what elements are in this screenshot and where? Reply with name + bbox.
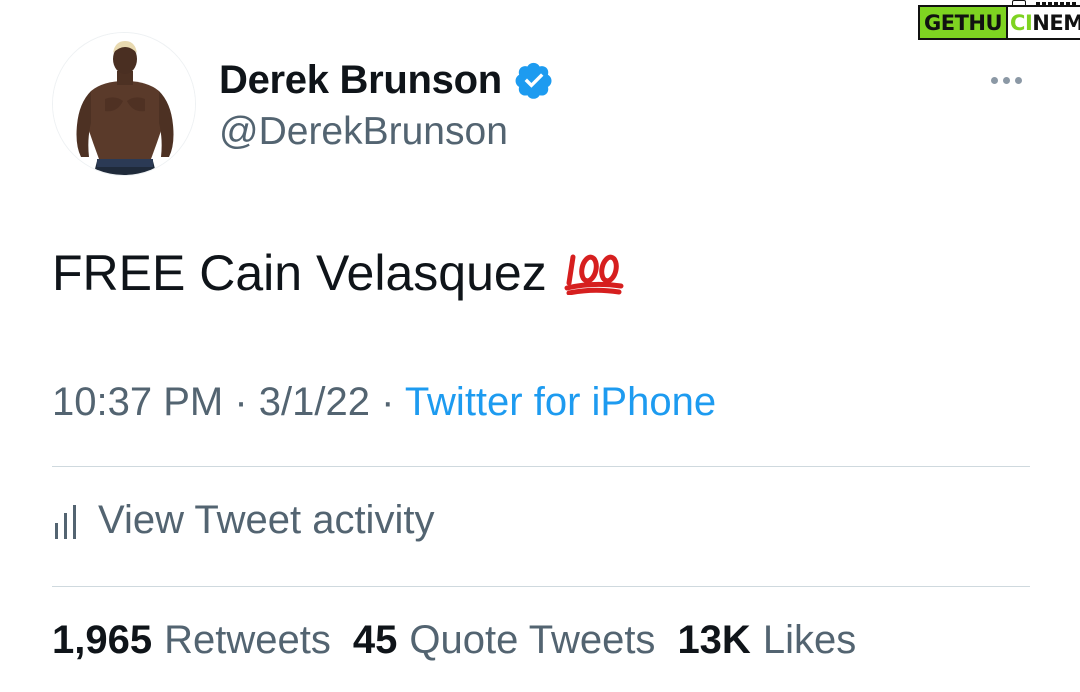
divider [52, 466, 1030, 467]
quote-tweets-stat[interactable]: 45 Quote Tweets [353, 618, 656, 663]
view-tweet-activity-button[interactable]: View Tweet activity [52, 498, 434, 543]
quote-tweets-label: Quote Tweets [409, 618, 656, 662]
view-tweet-activity-label: View Tweet activity [98, 498, 435, 542]
more-options-button[interactable] [982, 64, 1030, 96]
watermark-part2a: CI [1010, 10, 1033, 35]
avatar[interactable] [52, 32, 196, 176]
tweet-stats: 1,965 Retweets 45 Quote Tweets 13K Likes [52, 618, 856, 663]
retweets-label: Retweets [164, 618, 331, 662]
likes-stat[interactable]: 13K Likes [677, 618, 856, 663]
watermark-logo: GETHUCINEMA [918, 4, 1080, 40]
author-name-row[interactable]: Derek Brunson [219, 52, 554, 108]
likes-label: Likes [762, 618, 857, 662]
tweet-text-content: FREE Cain Velasquez [52, 245, 547, 301]
more-dot [1014, 76, 1022, 84]
avatar-photo [53, 33, 195, 175]
retweets-count: 1,965 [52, 618, 153, 662]
retweets-stat[interactable]: 1,965 Retweets [52, 618, 331, 663]
tweet-source-link[interactable]: Twitter for iPhone [405, 380, 716, 424]
tweet-text: FREE Cain Velasquez [52, 244, 625, 302]
likes-count: 13K [677, 618, 751, 662]
more-dot [1002, 76, 1010, 84]
quote-tweets-count: 45 [352, 618, 398, 662]
tweet-time[interactable]: 10:37 PM [52, 380, 223, 424]
divider [52, 586, 1030, 587]
tweet-date[interactable]: 3/1/22 [259, 380, 370, 424]
tweet-meta: 10:37 PM · 3/1/22 · Twitter for iPhone [52, 380, 716, 425]
watermark-part2b: NEMA [1032, 10, 1080, 35]
meta-separator: · [369, 380, 405, 424]
user-handle[interactable]: @DerekBrunson [219, 110, 508, 154]
verified-badge-icon [515, 62, 552, 99]
meta-separator: · [223, 380, 259, 424]
watermark-part2: CINEMA [1006, 4, 1080, 40]
watermark-part1: GETHU [918, 4, 1007, 40]
more-dot [990, 76, 998, 84]
hundred-points-icon [564, 254, 624, 295]
display-name[interactable]: Derek Brunson [219, 58, 502, 103]
analytics-icon [55, 504, 76, 539]
